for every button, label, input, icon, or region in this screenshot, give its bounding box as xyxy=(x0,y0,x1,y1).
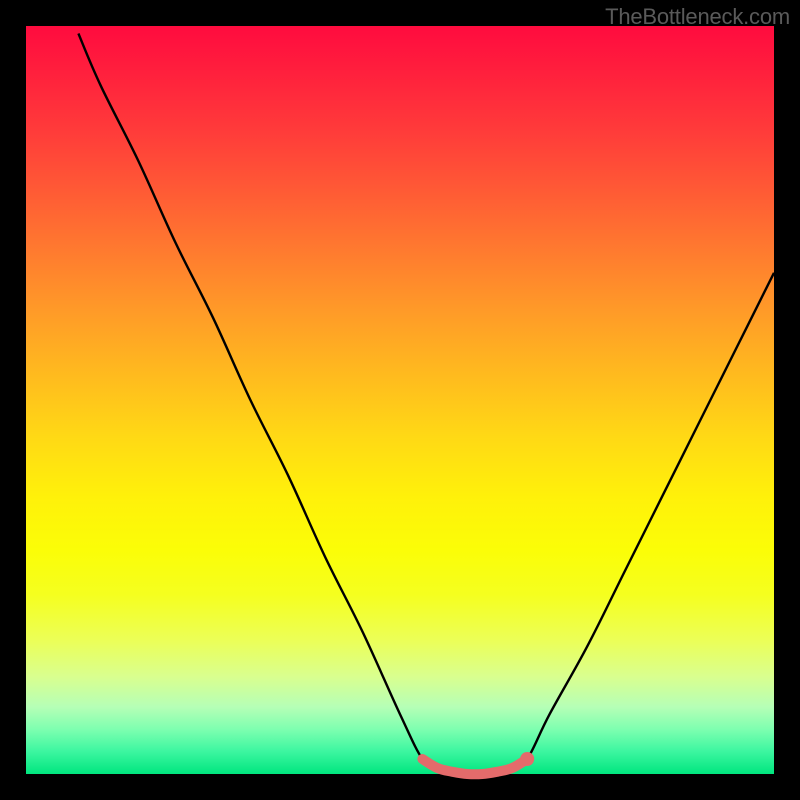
watermark-text: TheBottleneck.com xyxy=(605,4,790,30)
trough-end-dot xyxy=(520,752,534,766)
chart-overlay xyxy=(26,26,774,774)
trough-accent-segment xyxy=(422,759,527,774)
chart-frame: TheBottleneck.com xyxy=(0,0,800,800)
bottleneck-curve xyxy=(78,34,774,775)
